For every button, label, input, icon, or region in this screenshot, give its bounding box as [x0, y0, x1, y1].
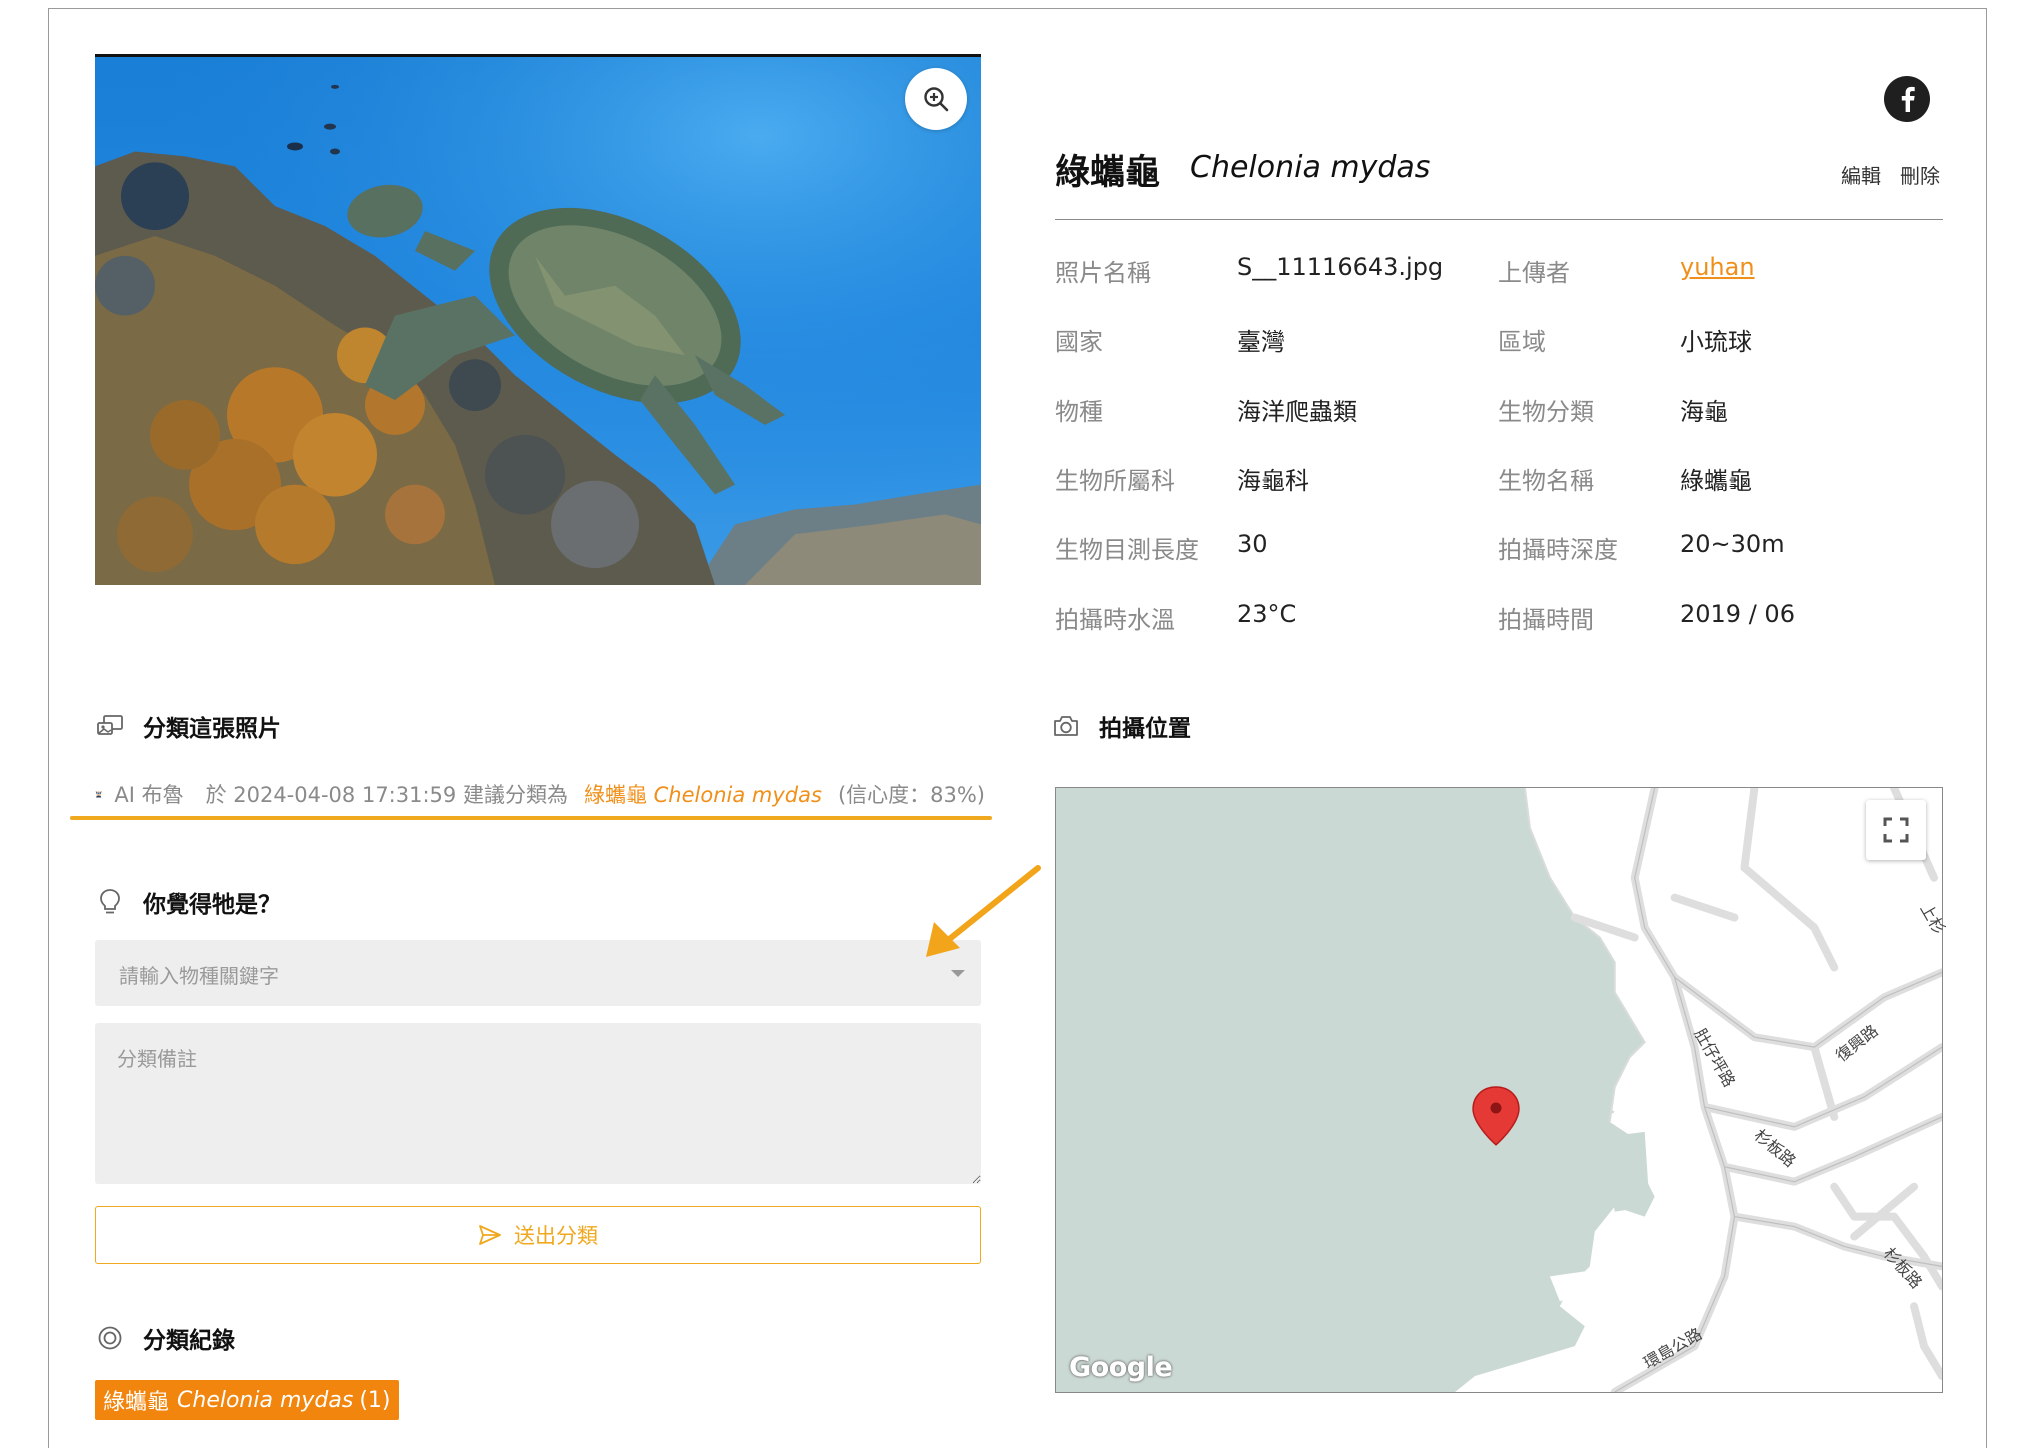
map-canvas — [1056, 788, 1942, 1392]
lightbulb-icon — [95, 887, 125, 917]
info-value-region: 小琉球 — [1680, 328, 1752, 356]
info-value-species: 海洋爬蟲類 — [1237, 398, 1357, 426]
edit-link[interactable]: 編輯 — [1841, 160, 1881, 189]
classify-section-heading: 分類這張照片 — [95, 709, 281, 743]
tag-species-sci: Chelonia mydas — [177, 1387, 354, 1413]
ai-suggested-species: 綠蠵龜 Chelonia mydas — [583, 783, 822, 807]
ai-bot-avatar — [95, 791, 102, 798]
info-label-uploader: 上傳者 — [1498, 259, 1570, 287]
location-section-heading: 拍攝位置 — [1051, 709, 1191, 743]
zoom-in-icon — [924, 87, 949, 112]
radio-circle-icon — [95, 1323, 125, 1353]
annotation-arrow — [926, 865, 1041, 957]
google-logo: Google — [1069, 1352, 1173, 1383]
tag-count: (1) — [359, 1387, 391, 1413]
zoom-in-button[interactable] — [905, 68, 967, 130]
images-icon — [95, 711, 125, 741]
delete-link[interactable]: 刪除 — [1900, 160, 1940, 189]
species-name-zh: 綠蠵龜 — [1055, 153, 1161, 193]
species-photo[interactable] — [95, 54, 981, 585]
info-value-shoot-time: 2019 / 06 — [1680, 600, 1795, 628]
info-label-region: 區域 — [1498, 328, 1546, 356]
record-heading-text: 分類紀錄 — [143, 1328, 235, 1354]
info-value-photo-name: S__11116643.jpg — [1237, 253, 1444, 281]
info-label-length: 生物目測長度 — [1055, 536, 1199, 564]
submit-label: 送出分類 — [514, 1224, 598, 1248]
ai-name: AI 布魯 — [114, 783, 184, 807]
ai-suggestion-row: AI 布魯 於 2024-04-08 17:31:59 建議分類為 綠蠵龜 Ch… — [95, 774, 985, 814]
info-value-family: 海龜科 — [1237, 467, 1309, 495]
info-label-water-temp: 拍攝時水溫 — [1055, 606, 1175, 634]
ai-confidence: (信心度：83%) — [837, 783, 985, 807]
info-label-country: 國家 — [1055, 328, 1103, 356]
info-label-species: 物種 — [1055, 398, 1103, 426]
turtle-underwater-image — [95, 57, 981, 585]
info-value-creature-name: 綠蠵龜 — [1680, 467, 1752, 495]
map-fullscreen-button[interactable] — [1866, 800, 1926, 860]
info-value-water-temp: 23°C — [1237, 600, 1297, 628]
info-label-shoot-time: 拍攝時間 — [1498, 606, 1594, 634]
guess-heading-text: 你覺得牠是？ — [143, 892, 281, 918]
facebook-share-button[interactable] — [1884, 76, 1930, 122]
species-select-placeholder: 請輸入物種關鍵字 — [119, 964, 279, 988]
send-icon — [479, 1225, 501, 1245]
info-value-length: 30 — [1237, 530, 1268, 558]
camera-icon — [1051, 711, 1081, 741]
uploader-link[interactable]: yuhan — [1680, 253, 1755, 281]
classify-heading-text: 分類這張照片 — [143, 716, 281, 742]
info-label-category: 生物分類 — [1498, 398, 1594, 426]
info-label-family: 生物所屬科 — [1055, 467, 1175, 495]
location-heading-text: 拍攝位置 — [1099, 716, 1191, 742]
ai-timestamp-text: 於 2024-04-08 17:31:59 建議分類為 — [205, 783, 568, 807]
chevron-down-icon — [951, 970, 965, 977]
species-keyword-select[interactable]: 請輸入物種關鍵字 — [95, 940, 981, 1006]
classification-record-tag[interactable]: 綠蠵龜 Chelonia mydas (1) — [95, 1380, 399, 1420]
species-title-row: 綠蠵龜 Chelonia mydas 編輯 刪除 — [1055, 140, 1943, 220]
classification-note-field[interactable] — [95, 1023, 981, 1184]
record-section-heading: 分類紀錄 — [95, 1321, 235, 1355]
location-map[interactable] — [1055, 787, 1943, 1393]
info-label-depth: 拍攝時深度 — [1498, 536, 1618, 564]
info-value-category: 海龜 — [1680, 398, 1728, 426]
highlight-underline — [70, 816, 992, 820]
facebook-icon — [1901, 86, 1915, 112]
info-label-creature-name: 生物名稱 — [1498, 467, 1594, 495]
fullscreen-icon — [1883, 817, 1909, 843]
guess-section-heading: 你覺得牠是？ — [95, 885, 281, 919]
species-name-scientific: Chelonia mydas — [1190, 150, 1431, 185]
info-value-uploader[interactable]: yuhan — [1680, 253, 1755, 281]
info-label-photo-name: 照片名稱 — [1055, 259, 1151, 287]
info-value-depth: 20~30m — [1680, 530, 1785, 558]
submit-classification-button[interactable]: 送出分類 — [95, 1206, 981, 1264]
info-value-country: 臺灣 — [1237, 328, 1285, 356]
tag-species-zh: 綠蠵龜 — [103, 1390, 170, 1415]
